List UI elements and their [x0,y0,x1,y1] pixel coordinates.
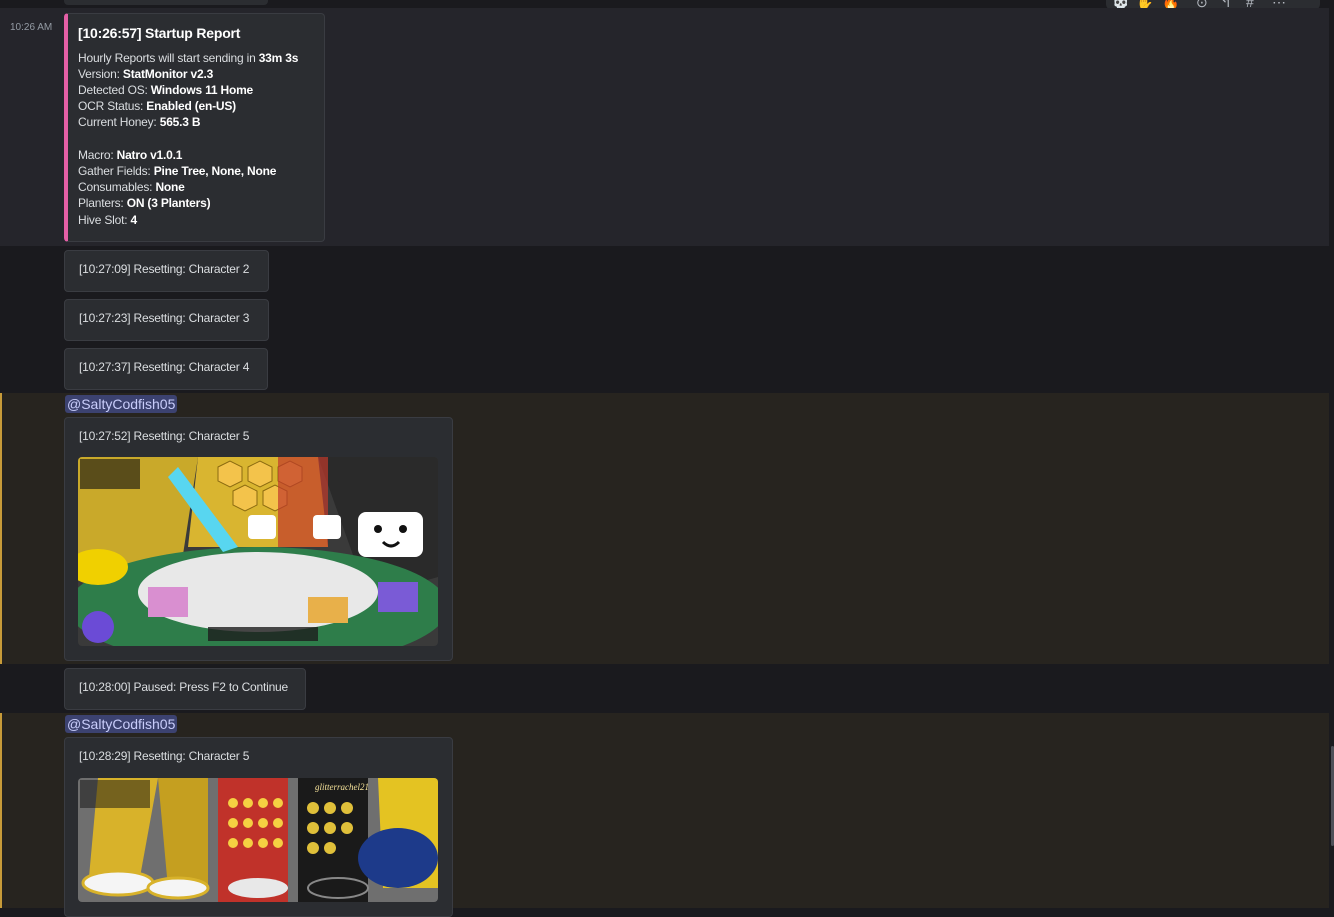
report-hive: Hive Slot: 4 [78,213,137,227]
report-fields: Gather Fields: Pine Tree, None, None [78,164,277,178]
player-name-label: glitterrachel21 [315,782,369,792]
report-os: Detected OS: Windows 11 Home [78,83,254,97]
reset-text: [10:28:29] Resetting: Character 5 [79,749,250,763]
reset-embed: [10:27:09] Resetting: Character 2 [64,250,269,292]
message-timestamp: 10:26 AM [10,22,53,33]
reset-embed: [10:27:23] Resetting: Character 3 [64,299,269,341]
reset-image-embed: [10:28:29] Resetting: Character 5 glitte… [64,737,453,917]
report-consumables: Consumables: None [78,180,185,194]
game-scene-image [78,457,438,646]
report-title: [10:26:57] Startup Report [78,25,241,41]
reset-text: [10:27:23] Resetting: Character 3 [79,311,250,325]
startup-report-embed: [10:26:57] Startup Report Hourly Reports… [64,13,325,242]
reset-message: [10:27:23] Resetting: Character 3 [0,295,1329,344]
game-screenshot[interactable]: glitterrachel21 [78,778,438,902]
previous-embed-edge [64,0,268,5]
game-scene-image: glitterrachel21 [78,778,438,902]
report-ocr: OCR Status: Enabled (en-US) [78,99,236,113]
reset-text: [10:27:52] Resetting: Character 5 [79,429,250,443]
report-honey: Current Honey: 565.3 B [78,115,201,129]
reset-text: [10:27:37] Resetting: Character 4 [79,360,250,374]
reset-message: [10:27:37] Resetting: Character 4 [0,344,1329,393]
report-version: Version: StatMonitor v2.3 [78,67,214,81]
reset-image-embed: [10:27:52] Resetting: Character 5 [64,417,453,661]
user-mention[interactable]: @SaltyCodfish05 [65,715,178,733]
startup-report-message: 10:26 AM [10:26:57] Startup Report Hourl… [0,8,1329,246]
mention-message: @SaltyCodfish05 [10:27:52] Resetting: Ch… [0,393,1329,664]
mention-message: @SaltyCodfish05 [10:28:29] Resetting: Ch… [0,713,1329,917]
reset-text: [10:27:09] Resetting: Character 2 [79,262,250,276]
game-screenshot[interactable] [78,457,438,646]
report-macro: Macro: Natro v1.0.1 [78,148,183,162]
user-mention[interactable]: @SaltyCodfish05 [65,395,178,413]
reset-message: [10:27:09] Resetting: Character 2 [0,246,1329,295]
report-planters: Planters: ON (3 Planters) [78,196,211,210]
paused-embed: [10:28:00] Paused: Press F2 to Continue [64,668,306,710]
paused-message: [10:28:00] Paused: Press F2 to Continue [0,664,1329,713]
reset-embed: [10:27:37] Resetting: Character 4 [64,348,268,390]
paused-text: [10:28:00] Paused: Press F2 to Continue [79,680,289,694]
report-hourly: Hourly Reports will start sending in 33m… [78,51,299,65]
